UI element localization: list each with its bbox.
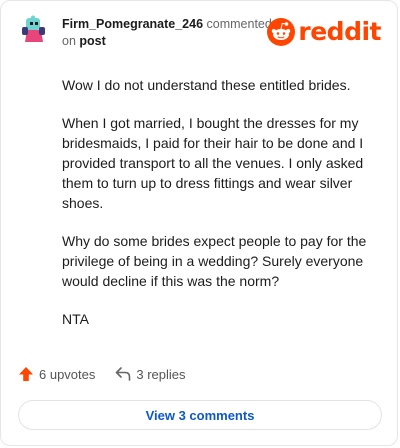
comment-meta: Firm_Pomegranate_246 commented on post [62,16,272,50]
upvote-arrow-icon [19,367,33,381]
upvote-count: 6 upvotes [39,366,96,382]
comment-actions: 6 upvotes 3 replies [18,366,206,382]
comment-card: Firm_Pomegranate_246 commented on post r… [0,0,398,446]
comment-body: Wow I do not understand these entitled b… [62,75,384,347]
reply-count: 3 replies [136,366,186,382]
comment-paragraph: Wow I do not understand these entitled b… [62,77,351,93]
view-comments-button[interactable]: View 3 comments [18,400,382,430]
on-text: on [62,34,76,48]
post-link[interactable]: post [79,34,105,48]
avatar-icon [22,15,45,42]
action-text: commented [206,17,272,31]
reply-icon [116,367,131,381]
reddit-logo[interactable]: reddit [267,18,381,46]
author-name[interactable]: Firm_Pomegranate_246 [62,17,203,31]
comment-paragraph: Why do some brides expect people to pay … [62,233,367,289]
replies-button[interactable]: 3 replies [115,366,186,382]
user-avatar[interactable] [19,15,49,45]
reddit-wordmark: reddit [298,17,381,46]
comment-paragraph: When I got married, I bought the dresses… [62,115,364,211]
comment-paragraph: NTA [62,311,89,327]
upvote-button[interactable]: 6 upvotes [18,366,95,382]
reddit-snoo-icon [267,18,296,46]
